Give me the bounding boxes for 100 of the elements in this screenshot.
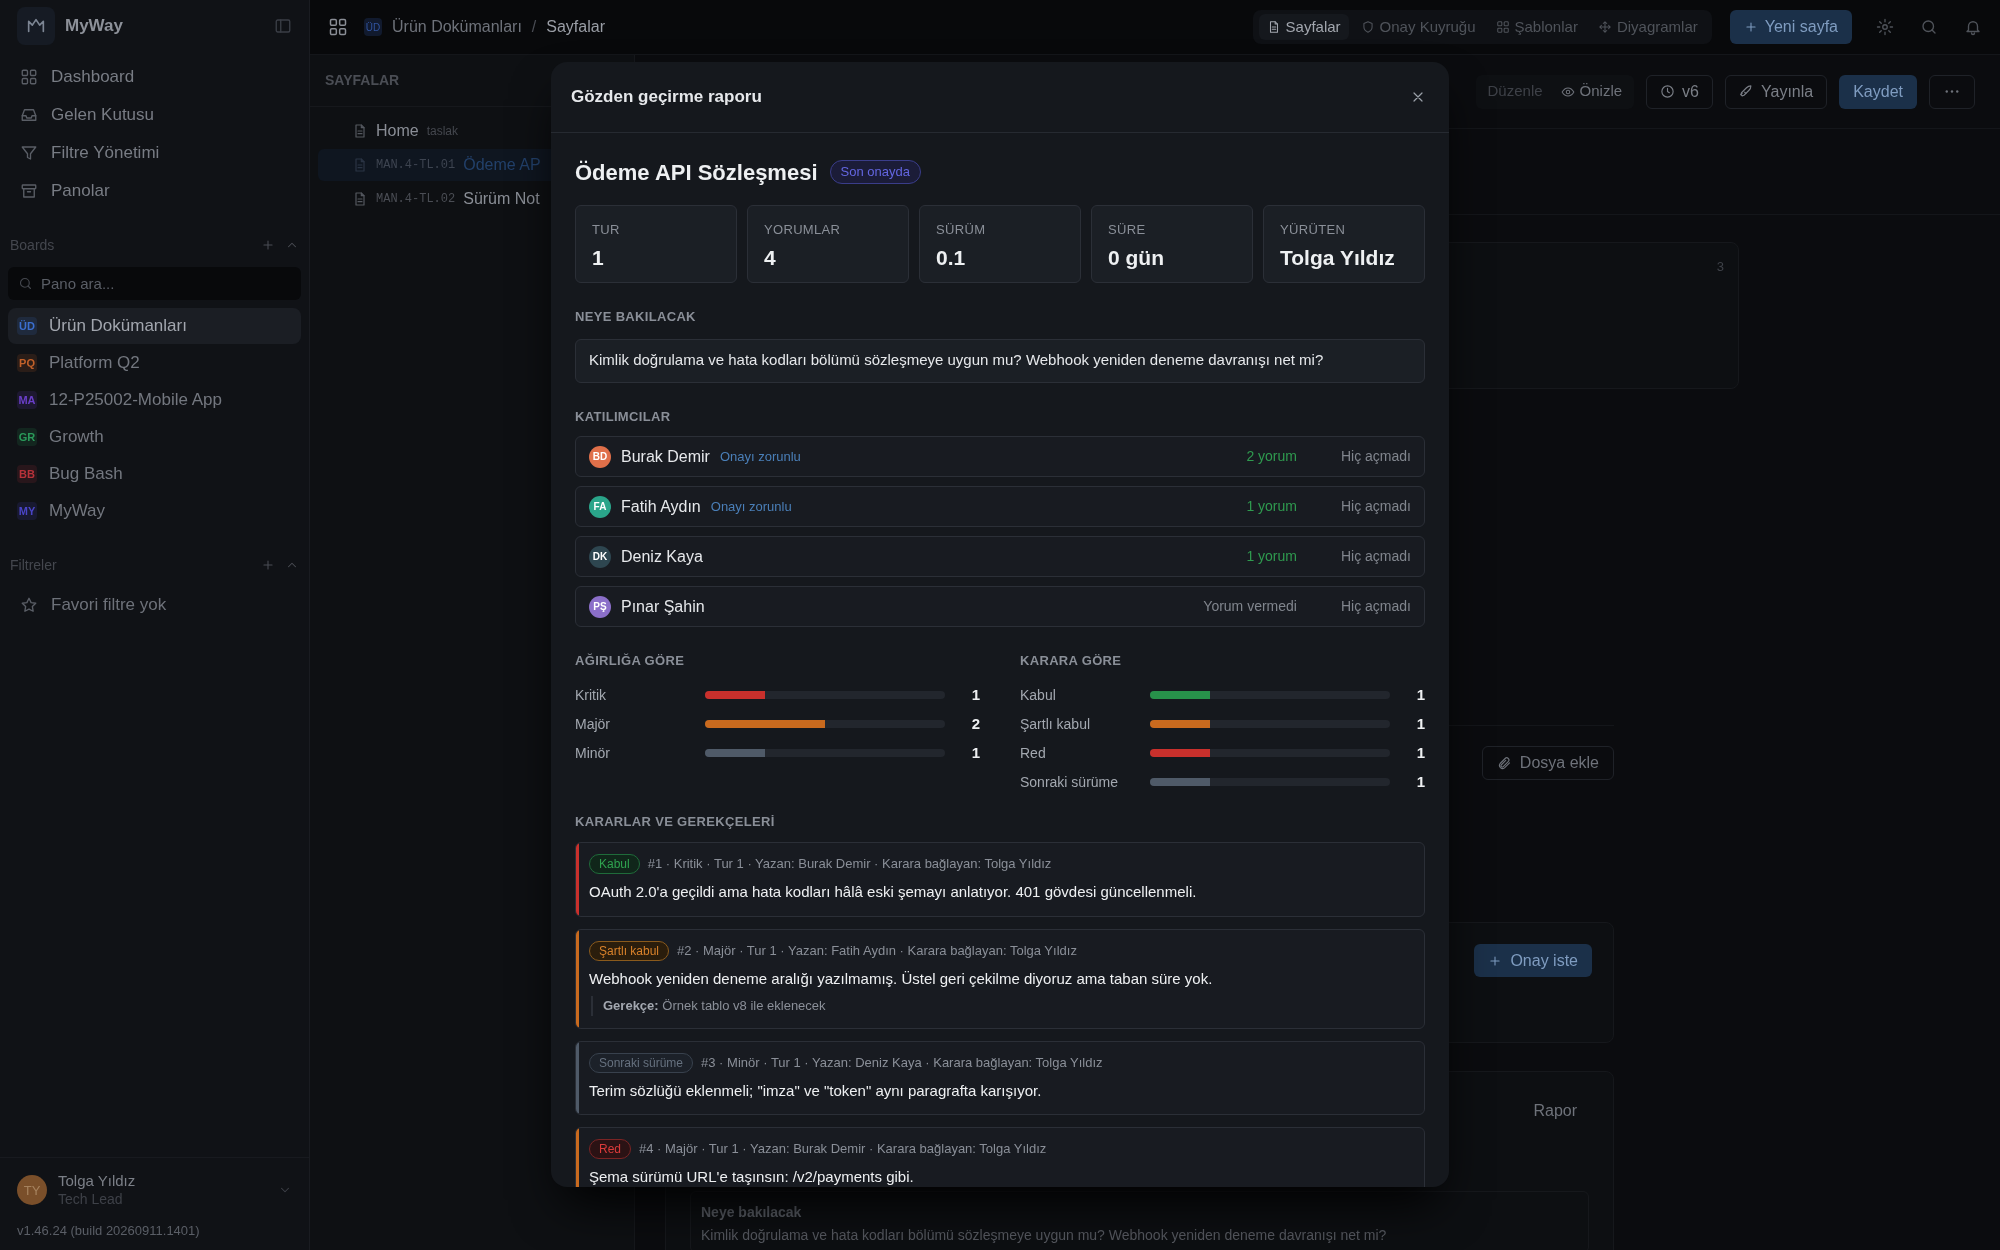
section-heading: AĞIRLIĞA GÖRE	[575, 652, 686, 670]
participant-avatar: FA	[589, 495, 611, 518]
move-icon	[1597, 20, 1612, 34]
board-name: Bug Bash	[49, 463, 123, 486]
preview-button[interactable]: Önizle	[1552, 77, 1631, 106]
breadcrumb-link[interactable]: Ürün Dokümanları	[392, 15, 522, 39]
open-status: Hiç açmadı	[1340, 497, 1411, 516]
board-name: MyWay	[49, 500, 106, 523]
stat-value: 4	[764, 244, 777, 271]
document-icon	[352, 123, 368, 139]
bar-label: Majör	[575, 714, 611, 734]
board-search-field[interactable]: Pano ara...	[8, 267, 301, 300]
paperclip-icon	[1496, 755, 1512, 771]
bar-count: 1	[971, 742, 980, 763]
plus-icon[interactable]	[261, 558, 275, 572]
board-name: 12-P25002-Mobile App	[49, 389, 222, 412]
app-name: MyWay	[65, 15, 124, 38]
version-text: v1.46.24 (build 20260911.1401)	[17, 1221, 201, 1240]
bar-label: Minör	[575, 743, 611, 763]
board-item[interactable]: MY MyWay	[8, 493, 301, 529]
decision-text: Şema sürümü URL'e taşınsın: /v2/payments gibi.	[589, 1167, 915, 1187]
page-item[interactable]: Home taslak	[318, 115, 626, 147]
stat-label: TUR	[592, 221, 621, 239]
user-name: Tolga Yıldız	[58, 1172, 137, 1191]
bar-count: 1	[1416, 771, 1425, 792]
review-heading: Neye bakılacak	[701, 1203, 803, 1222]
section-heading: NEYE BAKILACAK	[575, 308, 697, 326]
more-icon	[1945, 90, 1959, 93]
participant-avatar: PŞ	[589, 595, 611, 618]
required-tag: Onayı zorunlu	[719, 446, 801, 467]
scope-text: Kimlik doğrulama ve hata kodları bölümü sözleşmeye uygun mu? Webhook yeniden deneme davranışı net mi?	[575, 338, 1425, 383]
participant-name: Deniz Kaya	[621, 546, 703, 567]
sidebar-toggle-icon[interactable]	[274, 17, 292, 35]
plus-icon[interactable]	[261, 238, 275, 252]
nav-item[interactable]: Gelen Kutusu	[0, 96, 309, 134]
page-title: Home	[376, 121, 419, 141]
comment-count: 1 yorum	[1245, 497, 1297, 516]
board-item[interactable]: MA 12-P25002-Mobile App	[8, 382, 301, 418]
page-title: Sürüm Not	[463, 189, 540, 209]
publish-button[interactable]: Yayınla	[1725, 74, 1828, 109]
board-badge: MA	[17, 391, 37, 409]
nav-item[interactable]: Panolar	[0, 172, 309, 210]
section-heading: Filtreler	[10, 555, 58, 575]
search-icon[interactable]	[1920, 18, 1938, 36]
open-status: Hiç açmadı	[1340, 547, 1411, 566]
decision-text: OAuth 2.0'a geçildi ama hata kodları hâlâ eski şemayı anlatıyor. 401 gövdesi güncellenmeli.	[589, 882, 1198, 902]
board-badge: ÜD	[364, 18, 382, 36]
version-button[interactable]: v6	[1646, 74, 1713, 109]
breadcrumb-separator: /	[531, 17, 537, 37]
stat-label: YÜRÜTEN	[1280, 221, 1347, 239]
board-badge: PQ	[17, 354, 37, 372]
participant-avatar: BD	[589, 445, 611, 468]
document-icon	[352, 191, 368, 207]
board-badge: MY	[17, 502, 37, 520]
decision-badge: Şartlı kabul	[589, 940, 670, 961]
board-item[interactable]: ÜD Ürün Dokümanları	[8, 308, 301, 344]
page-code: MAN.4-TL.02	[376, 191, 456, 208]
bar-count: 1	[1416, 742, 1425, 763]
view-tab[interactable]: Şablonlar	[1487, 14, 1586, 40]
decision-text: Terim sözlüğü eklenmeli; "imza" ve "token" aynı paragrafta karışıyor.	[589, 1080, 1043, 1101]
nav-item[interactable]: Dashboard	[0, 58, 309, 96]
view-tab[interactable]: Sayfalar	[1258, 14, 1349, 40]
board-item[interactable]: PQ Platform Q2	[8, 345, 301, 381]
shield-icon	[1360, 20, 1375, 34]
stat-value: 0.1	[936, 244, 967, 271]
board-name: Ürün Dokümanları	[49, 315, 187, 338]
grid-icon[interactable]	[328, 17, 348, 37]
bar-label: Şartlı kabul	[1020, 714, 1092, 734]
open-status: Hiç açmadı	[1340, 447, 1411, 466]
plus-icon	[1488, 953, 1503, 968]
section-heading: KATILIMCILAR	[575, 407, 672, 426]
board-item[interactable]: GR Growth	[8, 419, 301, 455]
comment-count: 1 yorum	[1245, 547, 1297, 566]
status-badge: Son onayda	[829, 160, 921, 184]
board-badge: GR	[17, 428, 37, 446]
save-button[interactable]: Kaydet	[1839, 74, 1917, 109]
section-heading: KARARLAR VE GEREKÇELERİ	[575, 812, 776, 831]
document-icon	[352, 157, 368, 173]
bar-count: 2	[971, 713, 980, 734]
participant-avatar: DK	[589, 545, 611, 568]
breadcrumb-current: Sayfalar	[546, 17, 605, 37]
view-tab[interactable]: Diyagramlar	[1589, 14, 1706, 40]
request-approval-button[interactable]: Onay iste	[1474, 944, 1592, 977]
new-page-button[interactable]: Yeni sayfa	[1729, 10, 1852, 44]
board-name: Platform Q2	[49, 352, 140, 375]
rationale-text: Gerekçe: Örnek tablo v8 ile eklenecek	[591, 996, 1411, 1016]
nav-item[interactable]: Filtre Yönetimi	[0, 134, 309, 172]
filter-icon	[20, 144, 38, 162]
more-button[interactable]	[1929, 74, 1975, 109]
decision-badge: Red	[589, 1139, 631, 1159]
stat-label: SÜRÜM	[936, 221, 987, 239]
panel-heading: SAYFALAR	[325, 71, 400, 90]
decision-meta: #1 · Kritik · Tur 1 · Yazan: Burak Demir · Karara bağlayan: Tolga Yıldız	[647, 855, 1052, 874]
stat-value: Tolga Yıldız	[1280, 244, 1396, 271]
star-icon	[20, 596, 38, 614]
view-tab[interactable]: Onay Kuyruğu	[1352, 14, 1484, 40]
board-item[interactable]: BB Bug Bash	[8, 456, 301, 492]
bell-icon[interactable]	[1964, 18, 1982, 36]
dialog-title: Gözden geçirme raporu	[571, 86, 762, 109]
attach-file-button[interactable]: Dosya ekle	[1481, 746, 1614, 780]
